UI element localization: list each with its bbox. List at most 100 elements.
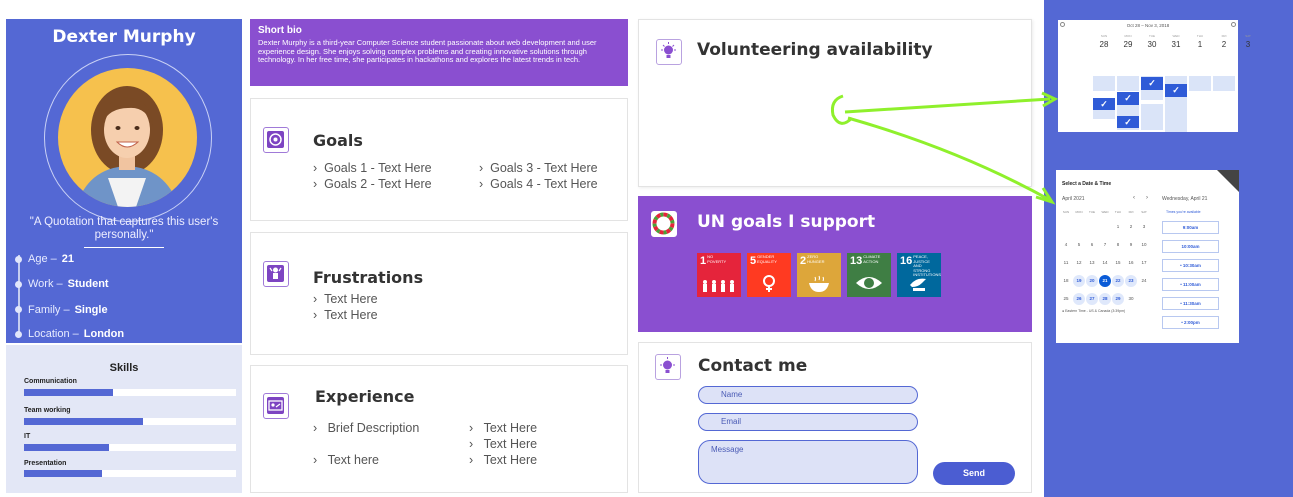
month-prev-icon[interactable]: ‹ — [1133, 195, 1135, 201]
week-day-number[interactable]: 29 — [1117, 40, 1139, 49]
month-day-cell[interactable]: 4 — [1060, 239, 1072, 251]
sdg-number: 5 — [750, 255, 757, 267]
month-day-cell[interactable]: 14 — [1099, 257, 1111, 269]
skill-bar-communication — [24, 389, 236, 396]
fact-value: London — [83, 328, 125, 340]
skill-bar-fill — [24, 389, 114, 396]
month-day-cell[interactable]: 3 — [1138, 221, 1150, 233]
week-day-number[interactable]: 28 — [1093, 40, 1115, 49]
bio-title: Short bio — [258, 25, 302, 36]
experience-text: Text Here — [483, 453, 538, 467]
month-day-cell[interactable]: 22 — [1112, 275, 1124, 287]
week-day-number[interactable]: 2 — [1213, 40, 1235, 49]
week-day-number[interactable]: 31 — [1165, 40, 1187, 49]
avatar — [58, 68, 197, 207]
selected-slot-check-icon[interactable]: ✓ — [1117, 116, 1139, 128]
month-day-cell[interactable]: 5 — [1073, 239, 1085, 251]
month-day-cell[interactable]: 16 — [1125, 257, 1137, 269]
month-weekday: THU — [1114, 210, 1122, 214]
sdg-label: NO POVERTY — [707, 254, 727, 264]
experience-text: Text here — [327, 453, 380, 467]
month-day-cell[interactable]: 20 — [1086, 275, 1098, 287]
sdg-tile-climate-action: 13CLIMATE ACTION — [847, 253, 891, 297]
selected-slot-check-icon[interactable]: ✓ — [1117, 92, 1139, 105]
month-day-cell[interactable]: 9 — [1125, 239, 1137, 251]
timeline-dot — [15, 256, 22, 263]
time-slot-button[interactable]: • 11:00am — [1162, 278, 1219, 291]
skill-label: IT — [24, 433, 31, 440]
frustrations-title: Frustrations — [313, 268, 424, 287]
month-day-cell[interactable]: 11 — [1060, 257, 1072, 269]
month-day-cell[interactable]: 27 — [1086, 293, 1098, 305]
month-day-cell[interactable]: 17 — [1138, 257, 1150, 269]
goal-item: › Goals 1 - Text Here — [313, 161, 432, 175]
month-day-cell[interactable]: 8 — [1112, 239, 1124, 251]
month-day-cell[interactable]: 1 — [1112, 221, 1124, 233]
message-field[interactable]: Message — [698, 440, 918, 484]
week-day-name: SUN — [1100, 34, 1108, 38]
month-next-icon[interactable]: › — [1146, 195, 1148, 201]
month-day-cell[interactable]: 26 — [1073, 293, 1085, 305]
frustrated-person-icon — [267, 265, 284, 282]
selected-slot-check-icon[interactable]: ✓ — [1165, 84, 1187, 97]
date-time-heading: Select a Date & Time — [1062, 181, 1112, 187]
time-slot-button[interactable]: 9:00am — [1162, 221, 1219, 234]
month-day-cell[interactable]: 13 — [1086, 257, 1098, 269]
fact-work: Work – Student — [28, 278, 109, 290]
month-day-cell[interactable]: 15 — [1112, 257, 1124, 269]
weekly-calendar: Oct 28 – Nov 3, 2018 SUN 28 MON 29 TUE 30 WED 3… — [1058, 20, 1251, 132]
month-day-cell[interactable]: 19 — [1073, 275, 1085, 287]
month-day-cell[interactable]: 25 — [1060, 293, 1072, 305]
month-label: April 2021 — [1062, 196, 1085, 202]
email-field[interactable]: Email — [698, 413, 918, 431]
month-day-cell[interactable]: 6 — [1086, 239, 1098, 251]
month-day-cell[interactable]: 12 — [1073, 257, 1085, 269]
people-icon — [703, 280, 734, 292]
week-next-icon[interactable] — [1231, 22, 1236, 27]
skill-label: Communication — [24, 378, 77, 385]
month-weekday: SAT — [1141, 210, 1147, 214]
un-goals-title: UN goals I support — [697, 212, 876, 232]
month-day-cell[interactable]: 24 — [1138, 275, 1150, 287]
month-day-cell[interactable]: 10 — [1138, 239, 1150, 251]
skills-title: Skills — [109, 362, 139, 374]
selected-slot-check-icon[interactable]: ✓ — [1141, 77, 1163, 90]
skill-bar-fill — [24, 470, 103, 477]
time-slot-button[interactable]: • 10:30am — [1162, 259, 1219, 272]
week-prev-icon[interactable] — [1060, 22, 1065, 27]
month-day-cell[interactable]: 28 — [1099, 293, 1111, 305]
month-day-cell[interactable]: 29 — [1112, 293, 1124, 305]
skills-panel: Skills Communication Team working IT Pre… — [6, 345, 242, 493]
week-day-number[interactable]: 30 — [1141, 40, 1163, 49]
frustration-text: Text Here — [324, 292, 378, 306]
time-slot-button[interactable]: 10:00am — [1162, 240, 1219, 253]
fact-label: Family – — [28, 304, 70, 316]
skill-bar-it — [24, 444, 236, 451]
quote-divider — [84, 247, 164, 248]
skill-label: Team working — [24, 407, 71, 414]
month-day-cell[interactable]: 21 — [1099, 275, 1111, 287]
time-slot-button[interactable]: • 2:00pm — [1162, 316, 1219, 329]
month-weekday: MON — [1075, 210, 1083, 214]
month-day-cell[interactable]: 23 — [1125, 275, 1137, 287]
month-weekday: WED — [1101, 210, 1109, 214]
experience-card: Experience › Brief Description › Text he… — [250, 365, 628, 493]
profile-panel: Dexter Murphy "A Quotation that captures… — [6, 19, 242, 343]
time-slot-button[interactable]: • 11:30am — [1162, 297, 1219, 310]
timezone-label[interactable]: ● Eastern Time - US & Canada (3:39pm) — [1062, 309, 1125, 313]
selected-slot-check-icon[interactable]: ✓ — [1093, 98, 1115, 110]
send-button[interactable]: Send — [933, 462, 1015, 485]
month-day-cell[interactable]: 7 — [1099, 239, 1111, 251]
month-day-cell[interactable]: 2 — [1125, 221, 1137, 233]
name-field[interactable]: Name — [698, 386, 918, 404]
volunteering-card: Volunteering availability — [638, 19, 1032, 187]
week-day-name: SAT — [1245, 34, 1251, 38]
bio-text: Dexter Murphy is a third-year Computer S… — [258, 38, 597, 64]
week-day-number[interactable]: 3 — [1237, 40, 1259, 49]
profile-name: Dexter Murphy — [52, 27, 196, 47]
week-day-name: TUE — [1149, 34, 1155, 38]
month-day-cell[interactable]: 18 — [1060, 275, 1072, 287]
persona-board: Dexter Murphy "A Quotation that captures… — [0, 0, 1293, 497]
month-day-cell[interactable]: 30 — [1125, 293, 1137, 305]
week-day-number[interactable]: 1 — [1189, 40, 1211, 49]
